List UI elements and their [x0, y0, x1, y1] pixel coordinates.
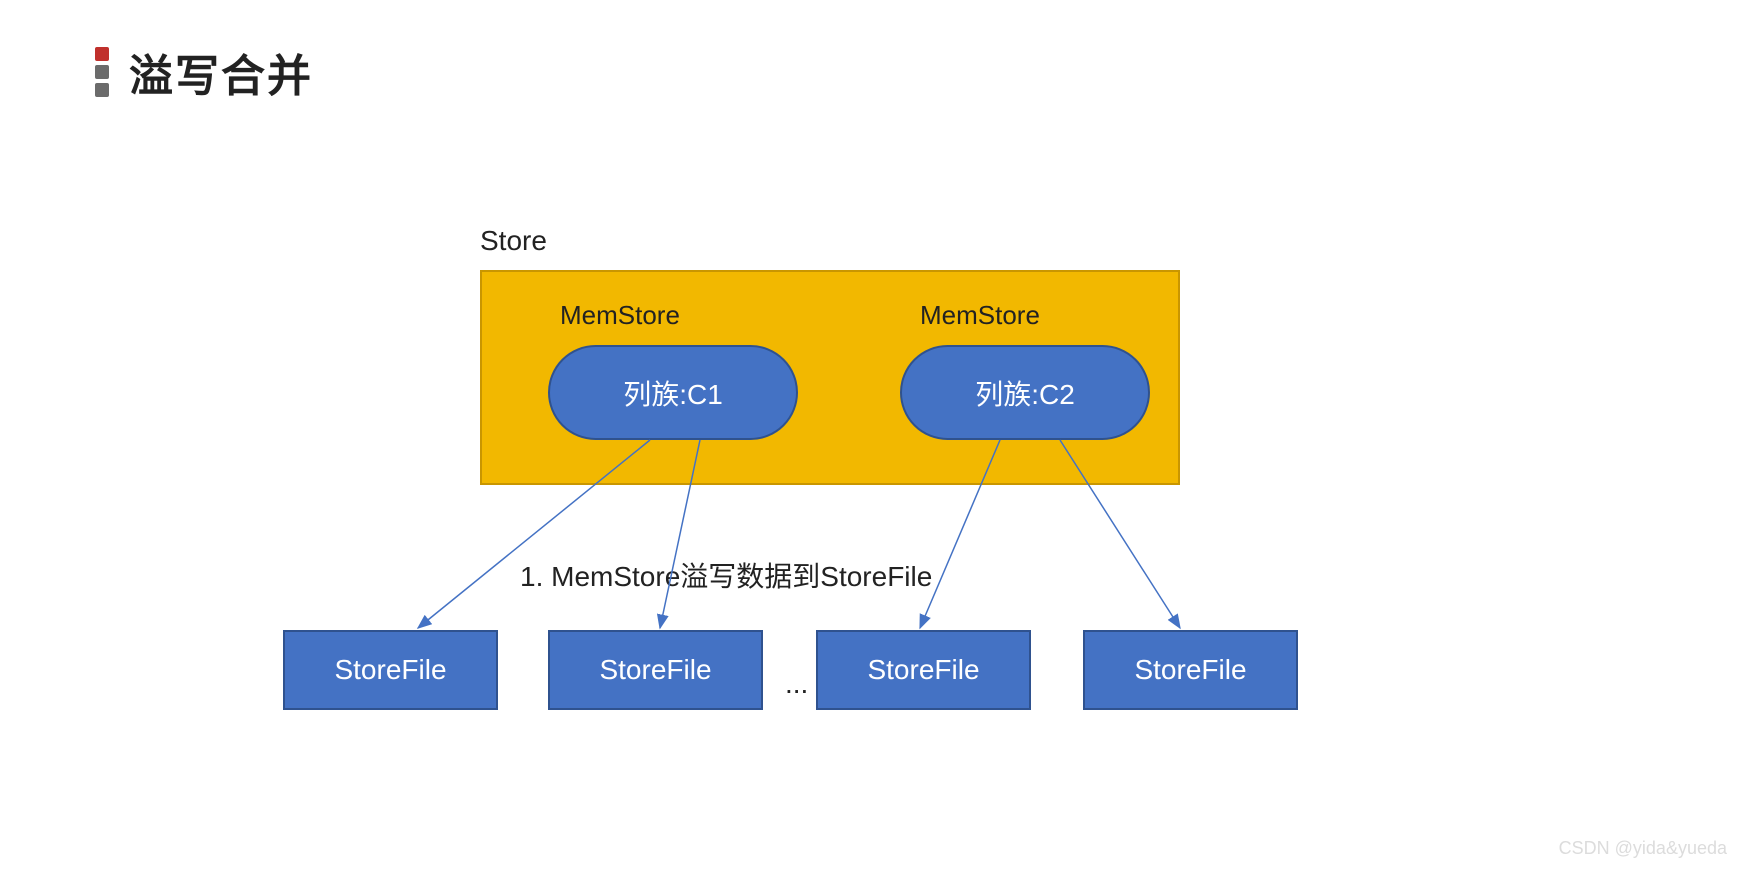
memstore-label-1: MemStore [560, 300, 680, 331]
accent-square-gray [95, 65, 109, 79]
slide-title: 溢写合并 [129, 40, 313, 104]
accent-square-gray [95, 83, 109, 97]
memstore-label-2: MemStore [920, 300, 1040, 331]
storefile-3: StoreFile [816, 630, 1031, 710]
storefile-1: StoreFile [283, 630, 498, 710]
title-accent-icon [95, 47, 109, 97]
ellipsis: ... [785, 668, 808, 700]
storefile-2: StoreFile [548, 630, 763, 710]
slide-title-row: 溢写合并 [95, 40, 313, 104]
storefile-4: StoreFile [1083, 630, 1298, 710]
column-family-c1: 列族:C1 [548, 345, 798, 440]
watermark: CSDN @yida&yueda [1559, 838, 1727, 859]
store-label: Store [480, 225, 547, 257]
column-family-c2: 列族:C2 [900, 345, 1150, 440]
flow-caption: 1. MemStore溢写数据到StoreFile [520, 555, 932, 595]
accent-square-red [95, 47, 109, 61]
